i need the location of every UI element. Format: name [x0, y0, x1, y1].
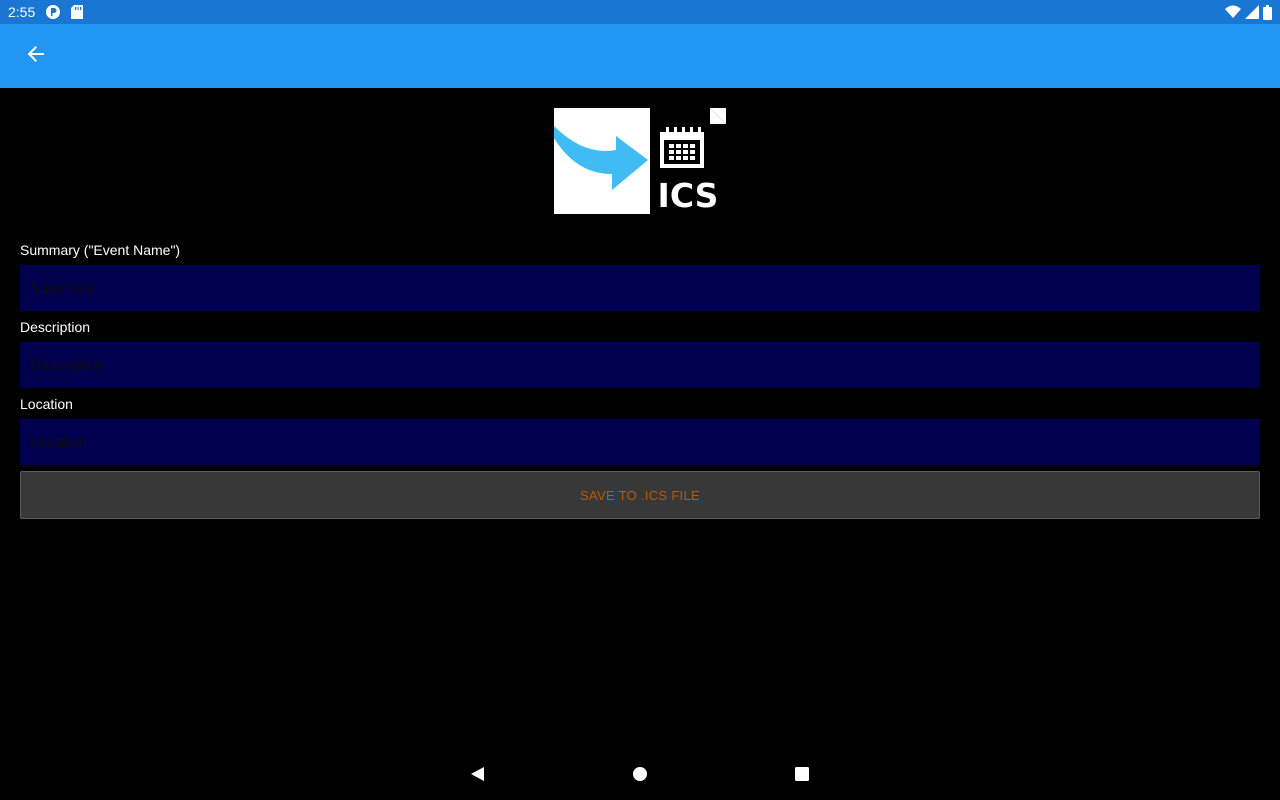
description-label: Description [20, 319, 91, 335]
description-input[interactable] [20, 342, 1260, 388]
wifi-icon [1225, 5, 1241, 19]
status-left: 2:55 [8, 4, 84, 20]
logo-text: ICS [658, 176, 719, 214]
app-bar [0, 24, 1280, 88]
home-circle-icon [632, 766, 648, 787]
summary-label: Summary ("Event Name") [20, 242, 181, 258]
location-label: Location [20, 396, 73, 412]
status-time: 2:55 [8, 4, 36, 20]
notification-p-icon [45, 4, 61, 20]
main-content: ICS Summary ("Event Name") Description L… [0, 88, 1280, 752]
status-right [1225, 4, 1272, 20]
back-button[interactable] [22, 42, 50, 70]
status-bar: 2:55 [0, 0, 1280, 24]
arrow-back-icon [26, 44, 46, 69]
ics-logo: ICS [554, 108, 726, 215]
cell-signal-icon [1245, 5, 1259, 19]
recents-square-icon [794, 766, 810, 787]
nav-recents-button[interactable] [790, 764, 814, 788]
nav-home-button[interactable] [628, 764, 652, 788]
summary-input[interactable] [20, 265, 1260, 311]
location-input[interactable] [20, 419, 1260, 465]
sd-card-icon [71, 5, 84, 19]
navigation-bar [0, 752, 1280, 800]
save-ics-button[interactable]: SAVE TO .ICS FILE [20, 471, 1260, 519]
back-triangle-icon [469, 766, 485, 787]
nav-back-button[interactable] [465, 764, 489, 788]
battery-icon [1263, 4, 1272, 20]
